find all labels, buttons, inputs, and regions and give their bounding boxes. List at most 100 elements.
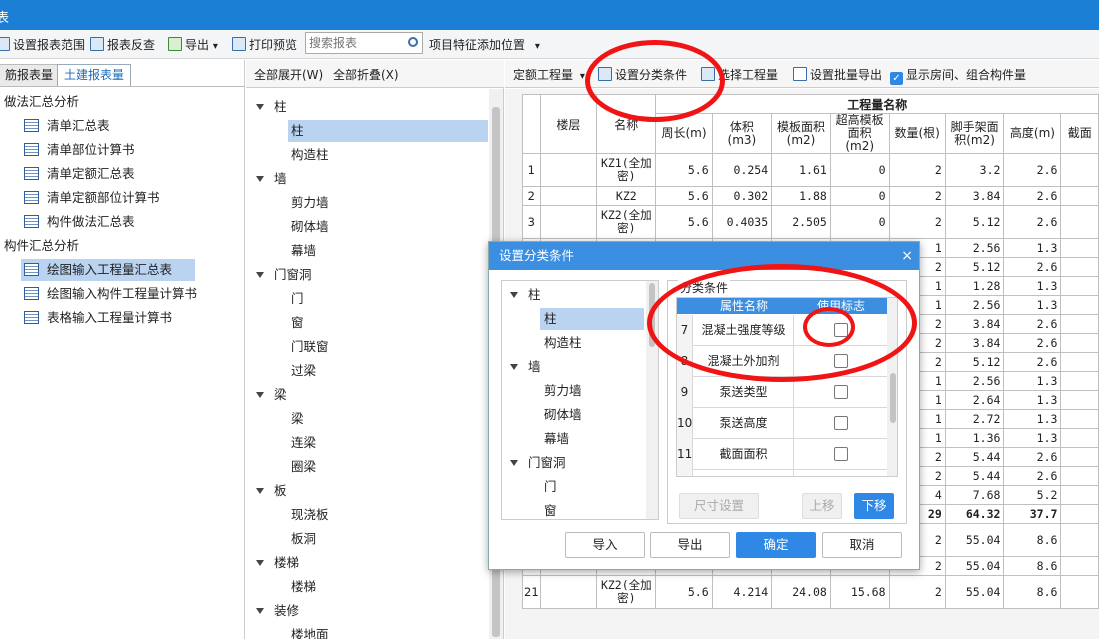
expand-triangle-icon[interactable]	[256, 392, 264, 398]
dialog-tree-category[interactable]: 柱	[510, 284, 541, 306]
set-report-range-button[interactable]: 设置报表范围	[0, 35, 85, 55]
expand-triangle-icon[interactable]	[256, 560, 264, 566]
tree-node[interactable]: 连梁	[288, 432, 316, 454]
tree-node[interactable]: 构造柱	[288, 144, 329, 166]
property-row[interactable]: 10 泵送高度	[677, 408, 887, 439]
expand-triangle-icon[interactable]	[256, 272, 264, 278]
show-rooms-checkbox[interactable]: ✓ 显示房间、组合构件量	[890, 65, 1026, 85]
tree-node-label: 柱	[544, 311, 557, 326]
expand-triangle-icon[interactable]	[256, 488, 264, 494]
ok-button[interactable]: 确定	[736, 532, 816, 558]
tree-node[interactable]: 幕墙	[288, 240, 316, 262]
tree-group-component-summary[interactable]: 构件汇总分析	[4, 235, 79, 257]
tab-rebar-report[interactable]: 筋报表量	[0, 64, 61, 86]
expand-triangle-icon[interactable]	[510, 292, 518, 298]
dialog-tree-node[interactable]: 剪力墙	[540, 380, 582, 402]
value-cell: 5.12	[944, 257, 1005, 277]
report-reverse-lookup-button[interactable]: 报表反查	[90, 35, 155, 55]
dialog-tree-category[interactable]: 门窗洞	[510, 452, 566, 474]
tree-node[interactable]: 圈梁	[288, 456, 316, 478]
tree-node[interactable]: 过梁	[288, 360, 316, 382]
tree-category[interactable]: 楼梯	[256, 552, 299, 574]
batch-export-button[interactable]: 设置批量导出	[793, 65, 882, 85]
import-button[interactable]: 导入	[565, 532, 645, 558]
dialog-tree-node[interactable]: 柱	[540, 308, 644, 330]
report-item[interactable]: 构件做法汇总表	[24, 211, 135, 233]
move-up-button[interactable]: 上移	[802, 493, 842, 519]
report-item[interactable]: 绘图输入构件工程量计算书	[24, 283, 197, 305]
value-cell: 2.6	[1003, 447, 1062, 467]
dialog-tree-node[interactable]: 砌体墙	[540, 404, 582, 426]
tree-node[interactable]: 楼地面	[288, 624, 329, 639]
tree-category[interactable]: 柱	[256, 96, 287, 118]
dialog-tree-node[interactable]: 门	[540, 476, 557, 498]
report-search-input[interactable]	[306, 33, 402, 53]
tree-node[interactable]: 门联窗	[288, 336, 329, 358]
property-row[interactable]: 11 截面面积	[677, 439, 887, 470]
tree-category[interactable]: 门窗洞	[256, 264, 312, 286]
property-row[interactable]: 12截面周长	[677, 470, 887, 476]
close-icon[interactable]: ×	[901, 242, 913, 270]
expand-triangle-icon[interactable]	[256, 104, 264, 110]
tree-node[interactable]: 板洞	[288, 528, 316, 550]
report-item-selected[interactable]: 绘图输入工程量汇总表	[21, 259, 195, 281]
report-item[interactable]: 清单定额部位计算书	[24, 187, 160, 209]
tree-node[interactable]: 门	[288, 288, 304, 310]
export-button[interactable]: 导出 ▾	[168, 35, 218, 55]
dialog-tree-category[interactable]: 墙	[510, 356, 541, 378]
value-cell	[1060, 295, 1099, 315]
search-icon[interactable]	[408, 37, 418, 47]
scroll-thumb[interactable]	[890, 373, 896, 423]
value-cell: 3.84	[944, 333, 1005, 353]
component-tree-header: 全部展开(W) 全部折叠(X)	[246, 60, 504, 88]
expand-all-button[interactable]: 全部展开(W)	[254, 65, 323, 85]
expand-triangle-icon[interactable]	[510, 460, 518, 466]
feature-position-dropdown[interactable]: 项目特征添加位置 ▾	[429, 35, 540, 55]
report-search-box[interactable]	[305, 32, 423, 54]
table-row[interactable]: 3 KZ2(全加密) 5.6 0.4035 2.505 0 2 5.12 2.6	[522, 205, 1099, 239]
tree-node[interactable]: 楼梯	[288, 576, 316, 598]
print-preview-button[interactable]: 打印预览	[232, 35, 297, 55]
quota-quantity-dropdown[interactable]: 定额工程量 ▾	[513, 65, 585, 85]
tab-civil-report[interactable]: 土建报表量	[57, 64, 132, 86]
tree-node[interactable]: 现浇板	[288, 504, 329, 526]
value-cell	[1060, 447, 1099, 467]
tree-node[interactable]: 柱	[288, 120, 488, 142]
dialog-tree-node[interactable]: 幕墙	[540, 428, 569, 450]
expand-triangle-icon[interactable]	[256, 176, 264, 182]
tree-category[interactable]: 梁	[256, 384, 287, 406]
tree-node[interactable]: 窗	[288, 312, 304, 334]
dialog-export-button[interactable]: 导出	[650, 532, 730, 558]
dialog-tree-node[interactable]: 窗	[540, 500, 557, 519]
report-item[interactable]: 表格输入工程量计算书	[24, 307, 172, 329]
tree-node[interactable]: 剪力墙	[288, 192, 329, 214]
collapse-all-button[interactable]: 全部折叠(X)	[333, 65, 399, 85]
report-item[interactable]: 清单汇总表	[24, 115, 110, 137]
tree-node[interactable]: 梁	[288, 408, 304, 430]
cancel-button[interactable]: 取消	[822, 532, 902, 558]
table-row[interactable]: 21 KZ2(全加密) 5.6 4.214 24.08 15.68 2 55.04 8.6	[522, 575, 1099, 609]
table-row[interactable]: 2 KZ2 5.6 0.302 1.88 0 2 3.84 2.6	[522, 186, 1099, 206]
tree-category[interactable]: 装修	[256, 600, 299, 622]
report-item[interactable]: 清单定额汇总表	[24, 163, 135, 185]
size-settings-button[interactable]: 尺寸设置	[679, 493, 759, 519]
tree-category[interactable]: 墙	[256, 168, 287, 190]
dialog-tree-node[interactable]: 构造柱	[540, 332, 582, 354]
header-floor: 楼层	[539, 94, 598, 154]
expand-triangle-icon[interactable]	[256, 608, 264, 614]
report-doc-icon	[24, 143, 39, 156]
tree-group-method-summary[interactable]: 做法汇总分析	[4, 91, 79, 113]
expand-triangle-icon[interactable]	[510, 364, 518, 370]
table-row[interactable]: 1 KZ1(全加密) 5.6 0.254 1.61 0 2 3.2 2.6	[522, 153, 1099, 187]
print-preview-icon	[232, 37, 246, 51]
tree-category[interactable]: 板	[256, 480, 287, 502]
use-flag-checkbox[interactable]	[834, 447, 848, 461]
use-flag-checkbox[interactable]	[834, 385, 848, 399]
value-cell: 4.214	[711, 575, 773, 609]
value-cell: 1.61	[771, 153, 831, 187]
move-down-button[interactable]: 下移	[854, 493, 894, 519]
value-cell: 2.56	[944, 371, 1005, 391]
report-item[interactable]: 清单部位计算书	[24, 139, 135, 161]
use-flag-checkbox[interactable]	[834, 416, 848, 430]
tree-node[interactable]: 砌体墙	[288, 216, 329, 238]
